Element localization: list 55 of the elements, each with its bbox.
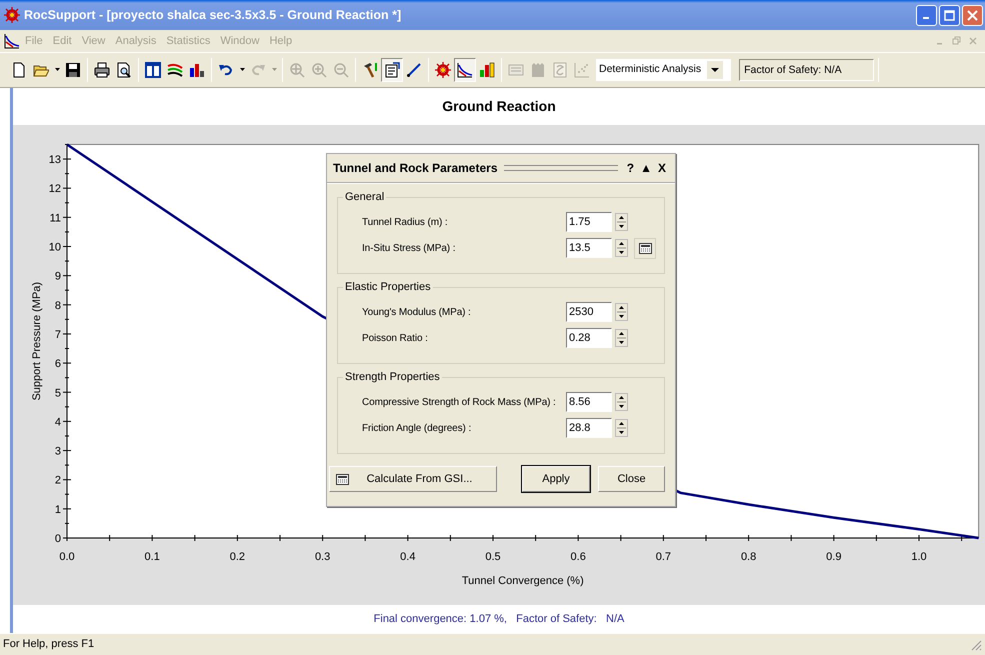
tick-label: 8 <box>54 300 61 312</box>
close-dialog-button[interactable]: Close <box>598 466 665 492</box>
group-label: Strength Properties <box>344 372 441 383</box>
tick-label: 9 <box>54 270 61 283</box>
tick-label: 0.2 <box>230 551 246 563</box>
tick-label: 0 <box>54 533 61 545</box>
analysis-type-dropdown[interactable]: Deterministic Analysis <box>596 59 732 81</box>
number-field[interactable]: 1.75 <box>566 212 612 232</box>
dialog-title: Tunnel and Rock Parameters <box>333 160 498 177</box>
close-panel-button[interactable]: X <box>654 159 669 177</box>
tick-label: 0.9 <box>826 551 842 563</box>
number-field[interactable]: 13.5 <box>566 238 612 258</box>
tick-label: 12 <box>48 183 61 196</box>
field-label: Tunnel Radius (m) : <box>361 216 449 230</box>
tick-label: 11 <box>50 212 61 224</box>
chart-title: Ground Reaction <box>441 97 557 116</box>
number-field[interactable]: 0.28 <box>566 328 612 348</box>
tick-label: 5 <box>54 387 61 400</box>
tick-label: 10 <box>48 242 61 254</box>
status-text: For Help, press F1 <box>3 637 94 652</box>
tick-label: 1.0 <box>911 551 927 563</box>
tick-label: 7 <box>54 328 61 341</box>
field-label: Compressive Strength of Rock Mass (MPa) : <box>361 396 557 410</box>
tick-label: 0.8 <box>740 551 756 563</box>
field-label: In-Situ Stress (MPa) : <box>361 242 456 256</box>
tick-label: 1 <box>54 504 61 516</box>
y-axis-title: Support Pressure (MPa) <box>31 282 43 401</box>
number-field[interactable]: 8.56 <box>566 392 612 412</box>
x-axis-title: Tunnel Convergence (%) <box>462 575 584 587</box>
group-label: General <box>344 192 386 203</box>
tick-label: 0.3 <box>314 551 330 563</box>
apply-button[interactable]: Apply <box>522 466 590 492</box>
field-label: Friction Angle (degrees) : <box>361 422 472 436</box>
tick-label: 0.4 <box>400 551 416 563</box>
tick-label: 6 <box>54 358 61 370</box>
window-title: RocSupport - [proyecto shalca sec-3.5x3.5 - Ground Reaction *] <box>24 6 402 24</box>
calculate-button[interactable]: Calculate From GSI... <box>329 466 497 492</box>
collapse-button[interactable]: ▲ <box>637 159 655 177</box>
tick-label: 0.0 <box>59 551 75 563</box>
tick-label: 2 <box>54 474 61 487</box>
field-label: Young's Modulus (MPa) : <box>361 306 472 320</box>
tick-label: 3 <box>54 446 61 458</box>
tick-label: 13 <box>48 154 61 166</box>
tick-label: 0.1 <box>144 551 160 563</box>
tick-label: 0.5 <box>485 551 501 563</box>
number-field[interactable]: 28.8 <box>566 418 612 438</box>
tick-label: 0.7 <box>656 551 672 563</box>
number-field[interactable]: 2530 <box>566 302 612 322</box>
tick-label: 0.6 <box>570 551 586 563</box>
factor-of-safety-field: Factor of Safety: N/A <box>739 59 874 81</box>
help-button[interactable]: ? <box>624 159 638 177</box>
group-label: Elastic Properties <box>344 282 432 293</box>
tick-label: 4 <box>54 416 61 428</box>
field-label: Poisson Ratio : <box>361 332 429 346</box>
summary-text: Final convergence: 1.07 %, Factor of Safety: N/A <box>372 612 626 627</box>
